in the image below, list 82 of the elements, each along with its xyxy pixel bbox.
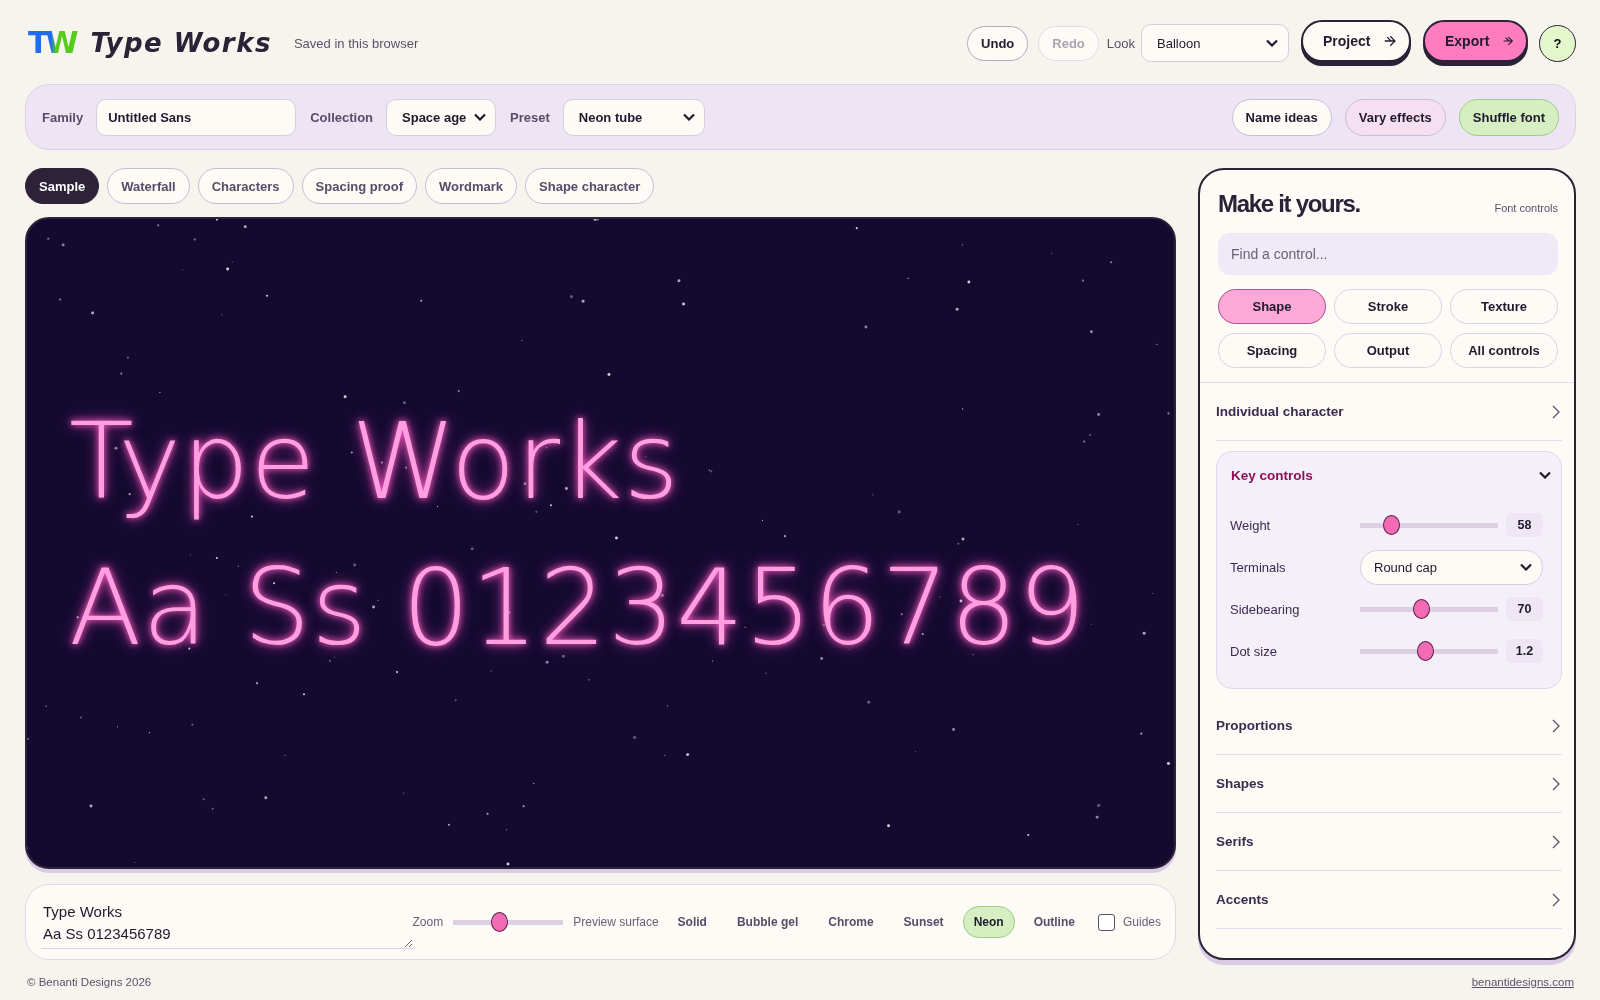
select-dropdown[interactable]: Neon tube: [562, 98, 705, 136]
view-tab[interactable]: Shape character: [525, 168, 655, 204]
arrow-right-icon: [1384, 34, 1397, 48]
section-title: Individual character: [1216, 404, 1344, 419]
category-chip[interactable]: Output: [1334, 333, 1442, 368]
value-readout: 58: [1506, 513, 1543, 537]
guides-checkbox[interactable]: [1097, 913, 1115, 931]
surface-option[interactable]: Bubble gel: [725, 906, 810, 938]
value-readout: 70: [1506, 597, 1543, 621]
control-label: Sidebearing: [1230, 601, 1301, 617]
chevron-down-icon: [474, 113, 487, 121]
panel-subtitle: Font controls: [1494, 202, 1558, 214]
search-field[interactable]: Find a control...: [1218, 233, 1558, 275]
surface-label: Preview surface: [573, 915, 659, 929]
category-chip[interactable]: Texture: [1450, 289, 1558, 324]
section-header[interactable]: Shapes: [1216, 755, 1562, 812]
guides-label: Guides: [1122, 915, 1161, 929]
category-chip[interactable]: Stroke: [1334, 289, 1442, 324]
chevron-right-icon: [1552, 776, 1560, 791]
chevron-right-icon: [1552, 892, 1560, 907]
category-chip[interactable]: Shape: [1218, 289, 1326, 324]
slider-thumb[interactable]: [1383, 515, 1400, 535]
chevron-down-icon: [1520, 563, 1532, 571]
section-title: Serifs: [1216, 834, 1254, 849]
arrow-right-icon: [1503, 34, 1514, 48]
surface-option[interactable]: Chrome: [817, 906, 885, 938]
action-button[interactable]: Name ideas: [1231, 98, 1332, 136]
panel-title: Make it yours.: [1218, 190, 1360, 218]
surface-option[interactable]: Neon: [962, 906, 1015, 938]
chevron-right-icon: [1552, 718, 1560, 733]
category-chip[interactable]: Spacing: [1218, 333, 1326, 368]
field-label: Collection: [310, 109, 374, 125]
value-readout: 1.2: [1506, 639, 1543, 663]
section-title: Accents: [1216, 892, 1269, 907]
preview-text: Aa Ss 0123456789: [69, 545, 1087, 671]
sample-text-field[interactable]: Type Works Aa Ss 0123456789: [41, 897, 413, 949]
field-label: Preset: [510, 109, 550, 125]
view-tab[interactable]: Spacing proof: [301, 168, 417, 204]
section-header[interactable]: Individual character: [1216, 383, 1562, 440]
look-label: Look: [1106, 35, 1135, 51]
section-header[interactable]: Serifs: [1216, 813, 1562, 870]
surface-option[interactable]: Solid: [666, 906, 718, 938]
view-tab[interactable]: Characters: [197, 168, 294, 204]
section-header[interactable]: Proportions: [1216, 697, 1562, 754]
surface-option[interactable]: Sunset: [892, 906, 955, 938]
family-field[interactable]: Untitled Sans: [96, 98, 297, 136]
field-label: Family: [42, 109, 84, 125]
view-tab[interactable]: Waterfall: [107, 168, 190, 204]
section-header[interactable]: Accents: [1216, 871, 1562, 928]
chevron-right-icon: [1552, 404, 1560, 419]
section-header[interactable]: Key controls: [1217, 452, 1561, 498]
section-title: Key controls: [1231, 467, 1313, 483]
section-title: Proportions: [1216, 718, 1293, 733]
history-button: Redo: [1038, 25, 1099, 61]
chevron-down-icon: [1266, 39, 1278, 47]
control-dropdown[interactable]: Round cap: [1360, 549, 1543, 585]
app-name: Type Works: [90, 28, 272, 58]
preview-text: Type Works: [69, 399, 681, 525]
select-dropdown[interactable]: Space age: [386, 98, 497, 136]
chevron-down-icon: [1539, 471, 1551, 479]
section-title: Shapes: [1216, 776, 1265, 791]
chevron-down-icon: [682, 113, 695, 121]
control-label: Weight: [1230, 517, 1272, 533]
slider-thumb[interactable]: [1416, 641, 1434, 661]
copyright-text: © Benanti Designs 2026: [27, 976, 152, 988]
look-dropdown[interactable]: Balloon: [1141, 24, 1289, 62]
website-link[interactable]: benantidesigns.com: [1471, 976, 1574, 988]
view-tab[interactable]: Sample: [25, 168, 100, 204]
zoom-label: Zoom: [412, 915, 444, 929]
save-status: Saved in this browser: [293, 35, 419, 51]
surface-option[interactable]: Outline: [1022, 906, 1086, 938]
help-button[interactable]: ?: [1539, 24, 1576, 62]
slider-thumb[interactable]: [491, 912, 509, 932]
slider-thumb[interactable]: [1413, 599, 1431, 619]
action-button[interactable]: Shuffle font: [1458, 98, 1559, 136]
view-tab[interactable]: Wordmark: [425, 168, 518, 204]
history-button[interactable]: Undo: [967, 25, 1029, 61]
action-button[interactable]: Vary effects: [1344, 98, 1446, 136]
control-label: Dot size: [1230, 643, 1278, 659]
category-chip[interactable]: All controls: [1450, 333, 1558, 368]
chevron-right-icon: [1552, 834, 1560, 849]
control-label: Terminals: [1230, 559, 1287, 575]
